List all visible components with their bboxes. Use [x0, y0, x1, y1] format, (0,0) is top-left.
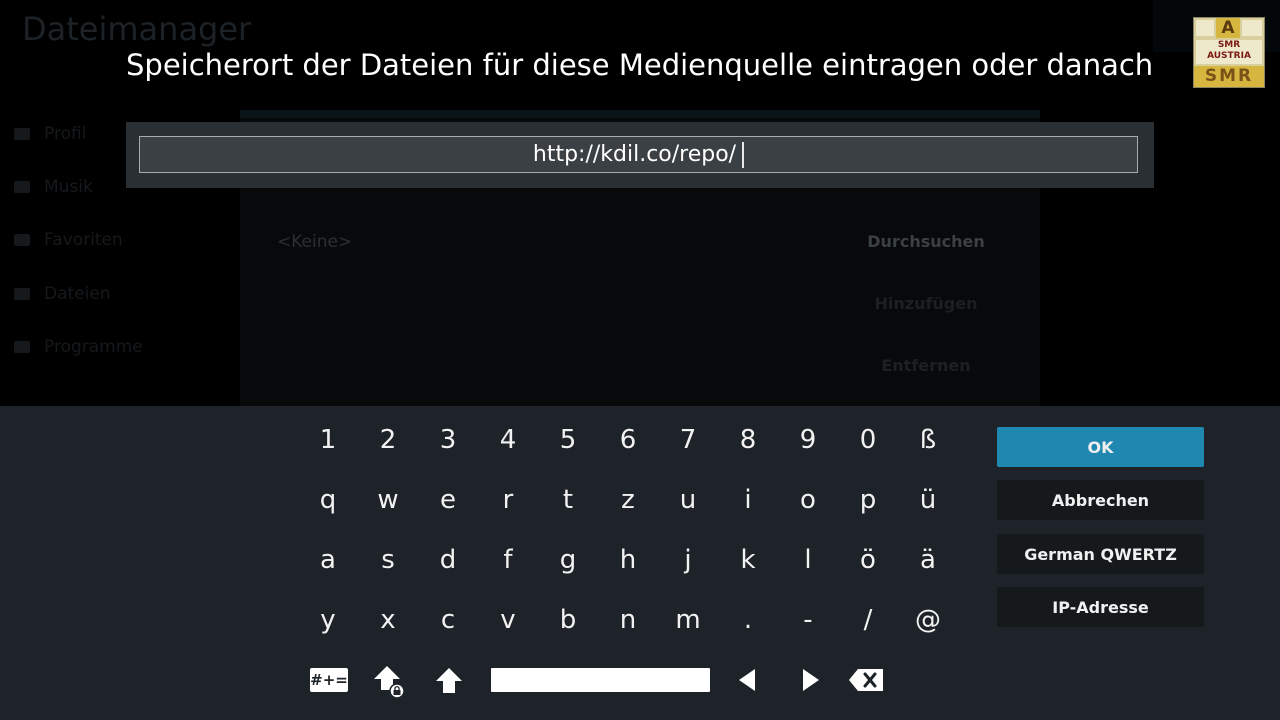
background-page-title: Dateimanager — [22, 10, 252, 48]
url-input-field[interactable]: http://kdil.co/repo/ — [139, 136, 1138, 173]
cursor-left-icon-graphic — [739, 669, 755, 691]
logo-letter: A — [1216, 18, 1240, 38]
folder-icon — [14, 341, 30, 353]
text-caret — [742, 141, 745, 168]
keyboard-key[interactable]: p — [838, 472, 898, 528]
keyboard-key[interactable]: 2 — [358, 412, 418, 468]
space-key[interactable] — [491, 668, 710, 692]
keyboard-key[interactable]: 7 — [658, 412, 718, 468]
background-sidebar-item: Dateien — [14, 284, 111, 304]
keyboard-key[interactable]: c — [418, 592, 478, 648]
background-sidebar-item: Programme — [14, 337, 143, 357]
keyboard-key[interactable]: ö — [838, 532, 898, 588]
background-add-button: Hinzufügen — [874, 294, 978, 313]
keyboard-key[interactable]: ü — [898, 472, 958, 528]
logo-tile — [1242, 20, 1262, 36]
cursor-right-icon[interactable] — [800, 668, 822, 692]
cursor-right-icon-graphic — [803, 669, 819, 691]
background-sidebar-label: Profil — [44, 124, 87, 144]
keyboard-key[interactable]: b — [538, 592, 598, 648]
keyboard-key[interactable]: y — [298, 592, 358, 648]
keyboard-key[interactable]: 8 — [718, 412, 778, 468]
keyboard-key[interactable]: ß — [898, 412, 958, 468]
shift-icon-graphic — [436, 668, 462, 693]
symbols-key-label: #+= — [310, 668, 348, 692]
background-sidebar-item: Favoriten — [14, 230, 123, 250]
keyboard-key[interactable]: j — [658, 532, 718, 588]
keyboard-key[interactable]: 9 — [778, 412, 838, 468]
smr-austria-logo: A SMR AUSTRIA SMR — [1193, 17, 1265, 88]
folder-icon — [14, 288, 30, 300]
background-sidebar-label: Musik — [44, 177, 93, 197]
background-sidebar-item: Profil — [14, 124, 86, 144]
keyboard-key[interactable]: v — [478, 592, 538, 648]
keyboard-key[interactable]: k — [718, 532, 778, 588]
keyboard-key[interactable]: @ — [898, 592, 958, 648]
logo-middle: SMR AUSTRIA — [1196, 40, 1262, 64]
background-sidebar-label: Favoriten — [44, 230, 123, 250]
keyboard-key[interactable]: q — [298, 472, 358, 528]
background-source-none-item: <Keine> — [277, 232, 353, 252]
url-input-value: http://kdil.co/repo/ — [532, 142, 737, 167]
keyboard-key[interactable]: ä — [898, 532, 958, 588]
backspace-icon-graphic — [849, 669, 883, 691]
symbols-key[interactable]: #+= — [309, 668, 349, 692]
cancel-button[interactable]: Abbrechen — [997, 480, 1204, 520]
keyboard-key[interactable]: . — [718, 592, 778, 648]
dialog-heading: Speicherort der Dateien für diese Medien… — [126, 48, 1156, 82]
virtual-keyboard: 1234567890ß qwertzuiopü asdfghjklöä yxcvbnm… — [0, 406, 1280, 720]
logo-bottom-text: SMR — [1194, 66, 1264, 87]
background-sidebar-label: Programme — [44, 337, 143, 357]
keyboard-key[interactable]: h — [598, 532, 658, 588]
keyboard-key[interactable]: w — [358, 472, 418, 528]
keyboard-key[interactable]: m — [658, 592, 718, 648]
keyboard-key[interactable]: - — [778, 592, 838, 648]
keyboard-key[interactable]: 5 — [538, 412, 598, 468]
keyboard-key[interactable]: / — [838, 592, 898, 648]
folder-icon — [14, 181, 30, 193]
keyboard-key[interactable]: z — [598, 472, 658, 528]
background-sidebar-label: Dateien — [44, 284, 111, 304]
background-sidebar-item: Musik — [14, 177, 93, 197]
keyboard-key[interactable]: a — [298, 532, 358, 588]
keyboard-key[interactable]: s — [358, 532, 418, 588]
logo-tile — [1196, 20, 1214, 36]
keyboard-key[interactable]: g — [538, 532, 598, 588]
keyboard-key[interactable]: 4 — [478, 412, 538, 468]
shift-icon[interactable] — [433, 665, 465, 695]
folder-icon — [14, 128, 30, 140]
keyboard-key[interactable]: 3 — [418, 412, 478, 468]
backspace-icon[interactable] — [848, 668, 884, 692]
background-browse-button: Durchsuchen — [867, 232, 985, 251]
keyboard-key[interactable]: 0 — [838, 412, 898, 468]
keyboard-key[interactable]: f — [478, 532, 538, 588]
keyboard-key[interactable]: i — [718, 472, 778, 528]
keyboard-key[interactable]: n — [598, 592, 658, 648]
caps-lock-icon-graphic — [374, 666, 405, 699]
background-remove-button: Entfernen — [881, 356, 971, 375]
keyboard-key[interactable]: r — [478, 472, 538, 528]
ok-button[interactable]: OK — [997, 427, 1204, 467]
keyboard-key[interactable]: e — [418, 472, 478, 528]
keyboard-key[interactable]: d — [418, 532, 478, 588]
folder-icon — [14, 234, 30, 246]
input-panel: http://kdil.co/repo/ — [126, 122, 1154, 188]
logo-middle-line1: SMR — [1217, 40, 1241, 50]
ip-address-button[interactable]: IP-Adresse — [997, 587, 1204, 627]
keyboard-key[interactable]: l — [778, 532, 838, 588]
keyboard-layout-button[interactable]: German QWERTZ — [997, 534, 1204, 574]
keyboard-key[interactable]: 1 — [298, 412, 358, 468]
keyboard-key[interactable]: t — [538, 472, 598, 528]
keyboard-key[interactable]: x — [358, 592, 418, 648]
caps-lock-icon[interactable] — [372, 664, 406, 700]
keyboard-key[interactable]: u — [658, 472, 718, 528]
keyboard-key[interactable]: 6 — [598, 412, 658, 468]
logo-middle-line2: AUSTRIA — [1207, 51, 1251, 61]
keyboard-key[interactable]: o — [778, 472, 838, 528]
cursor-left-icon[interactable] — [736, 668, 758, 692]
